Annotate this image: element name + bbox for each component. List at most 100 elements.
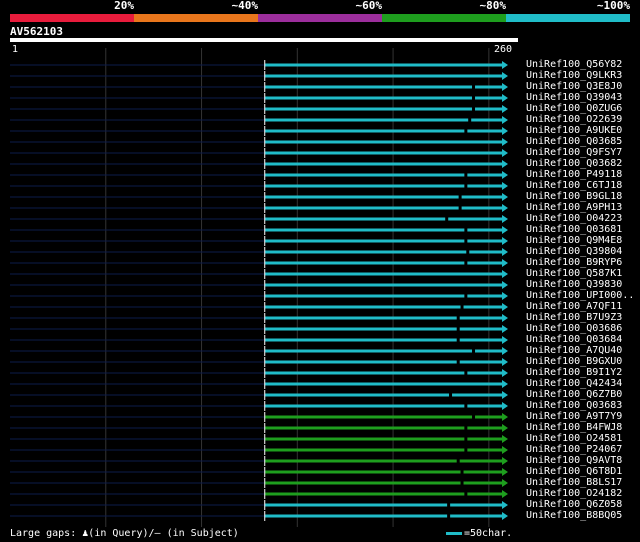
hit-arrow (502, 83, 508, 91)
hit-arrow (502, 215, 508, 223)
hit-bar (264, 393, 504, 397)
hit-arrow (502, 61, 508, 69)
hit-name-label[interactable]: UniRef100_Q3E8J0 (526, 81, 636, 92)
hit-bar (264, 173, 504, 177)
subject-gap-text: (in Subject) (160, 528, 239, 539)
hit-bar (264, 327, 504, 331)
hit-name-label[interactable]: UniRef100_B9GXU0 (526, 356, 636, 367)
hit-name-label[interactable]: UniRef100_Q39830 (526, 279, 636, 290)
hit-bar (264, 470, 504, 474)
hit-gap-marker (464, 436, 468, 442)
hit-bar (264, 217, 504, 221)
hit-name-label[interactable]: UniRef100_Q03686 (526, 323, 636, 334)
hit-arrow (502, 116, 508, 124)
hit-name-label[interactable]: UniRef100_Q6Z058 (526, 499, 636, 510)
hit-bar (264, 140, 504, 144)
hit-arrow (502, 237, 508, 245)
hit-name-label[interactable]: UniRef100_Q03682 (526, 158, 636, 169)
hit-arrow (502, 270, 508, 278)
hit-name-label[interactable]: UniRef100_P49118 (526, 169, 636, 180)
hit-name-label[interactable]: UniRef100_UPI000.. (526, 290, 636, 301)
hit-arrow (502, 292, 508, 300)
hit-name-label[interactable]: UniRef100_B4FWJ8 (526, 422, 636, 433)
hit-arrow (502, 512, 508, 520)
hit-arrow (502, 281, 508, 289)
hit-bar (264, 459, 504, 463)
hit-name-label[interactable]: UniRef100_Q0ZUG6 (526, 103, 636, 114)
hit-name-label[interactable]: UniRef100_O04223 (526, 213, 636, 224)
hit-gap-marker (464, 172, 468, 178)
hit-name-label[interactable]: UniRef100_Q9AVT8 (526, 455, 636, 466)
hit-name-label[interactable]: UniRef100_O22639 (526, 114, 636, 125)
hit-name-label[interactable]: UniRef100_B8LS17 (526, 477, 636, 488)
hit-bar (264, 437, 504, 441)
large-gaps-label: Large gaps: (10, 528, 77, 539)
hit-bar (264, 371, 504, 375)
hit-name-label[interactable]: UniRef100_A7QF11 (526, 301, 636, 312)
hit-name-label[interactable]: UniRef100_Q6T8D1 (526, 466, 636, 477)
hit-name-label[interactable]: UniRef100_B8BQ05 (526, 510, 636, 521)
scale-text: =50char. (464, 528, 513, 539)
hit-name-label[interactable]: UniRef100_B9RYP6 (526, 257, 636, 268)
hit-gap-marker (456, 326, 460, 332)
hit-arrow (502, 105, 508, 113)
hit-name-label[interactable]: UniRef100_Q42434 (526, 378, 636, 389)
hit-arrow (502, 402, 508, 410)
hit-name-label[interactable]: UniRef100_B7U9Z3 (526, 312, 636, 323)
hit-arrow (502, 347, 508, 355)
hit-name-label[interactable]: UniRef100_A9UKE0 (526, 125, 636, 136)
hit-name-label[interactable]: UniRef100_P24067 (526, 444, 636, 455)
hit-gap-marker (456, 458, 460, 464)
hit-name-label[interactable]: UniRef100_B9I1Y2 (526, 367, 636, 378)
hit-name-label[interactable]: UniRef100_A9T7Y9 (526, 411, 636, 422)
hit-name-label[interactable]: UniRef100_Q03681 (526, 224, 636, 235)
hit-name-label[interactable]: UniRef100_A7QU40 (526, 345, 636, 356)
hit-name-label[interactable]: UniRef100_C6TJ18 (526, 180, 636, 191)
hit-name-label[interactable]: UniRef100_Q9LKR3 (526, 70, 636, 81)
hit-bar (264, 294, 504, 298)
hit-name-label[interactable]: UniRef100_Q03685 (526, 136, 636, 147)
hit-bar (264, 107, 504, 111)
hit-arrow (502, 171, 508, 179)
hit-bar (264, 514, 504, 518)
hit-arrow (502, 435, 508, 443)
hit-bar (264, 492, 504, 496)
hit-name-label[interactable]: UniRef100_Q03683 (526, 400, 636, 411)
hit-gap-marker (464, 260, 468, 266)
hit-arrow (502, 204, 508, 212)
hit-arrow (502, 479, 508, 487)
hit-gap-marker (464, 403, 468, 409)
hit-name-label[interactable]: UniRef100_B9GL18 (526, 191, 636, 202)
hit-gap-marker (464, 293, 468, 299)
hit-gap-marker (458, 205, 462, 211)
hit-gap-marker (472, 414, 476, 420)
hit-bar (264, 415, 504, 419)
hit-bar (264, 360, 504, 364)
hit-gap-marker (464, 491, 468, 497)
hit-name-label[interactable]: UniRef100_Q9FSY7 (526, 147, 636, 158)
hit-bar (264, 151, 504, 155)
hit-name-label[interactable]: UniRef100_Q56Y82 (526, 59, 636, 70)
hit-name-label[interactable]: UniRef100_Q03684 (526, 334, 636, 345)
hit-gap-marker (472, 95, 476, 101)
hit-gap-marker (449, 392, 453, 398)
hit-name-label[interactable]: UniRef100_A9PH13 (526, 202, 636, 213)
hit-name-label[interactable]: UniRef100_Q9M4E8 (526, 235, 636, 246)
hit-name-label[interactable]: UniRef100_Q39043 (526, 92, 636, 103)
hit-gap-marker (460, 304, 464, 310)
hit-name-label[interactable]: UniRef100_O24182 (526, 488, 636, 499)
hit-arrow (502, 413, 508, 421)
hit-arrow (502, 380, 508, 388)
hit-name-label[interactable]: UniRef100_Q6Z7B0 (526, 389, 636, 400)
hit-bar (264, 305, 504, 309)
hit-gap-marker (458, 194, 462, 200)
hit-bar (264, 261, 504, 265)
hit-gap-marker (464, 183, 468, 189)
hit-name-label[interactable]: UniRef100_Q587K1 (526, 268, 636, 279)
hit-name-label[interactable]: UniRef100_O24581 (526, 433, 636, 444)
hit-bar (264, 382, 504, 386)
hit-bar (264, 74, 504, 78)
hit-name-label[interactable]: UniRef100_Q39804 (526, 246, 636, 257)
hit-bar (264, 63, 504, 67)
hit-arrow (502, 446, 508, 454)
